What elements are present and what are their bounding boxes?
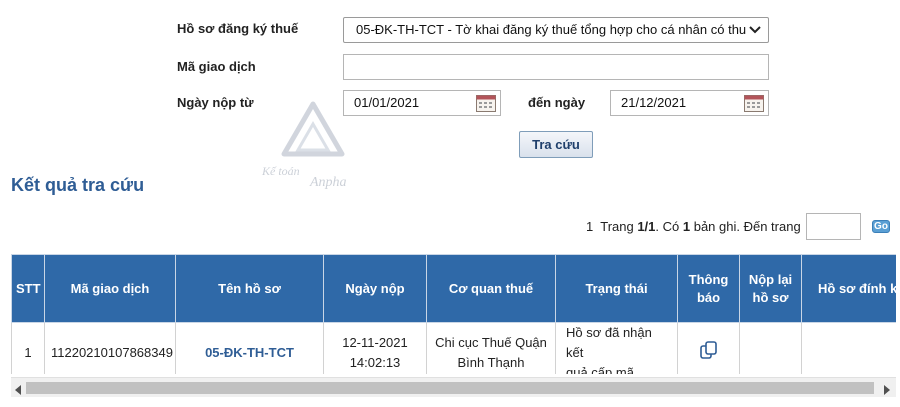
results-table: STT Mã giao dịch Tên hồ sơ Ngày nộp Cơ q… (11, 254, 896, 374)
cell-code: 11220210107868349 (44, 322, 176, 374)
doc-type-selected-value: 05-ĐK-TH-TCT - Tờ khai đăng ký thuế tổng… (356, 22, 747, 37)
svg-text:Kế toán: Kế toán (261, 164, 300, 178)
date-to-input[interactable]: 21/12/2021 (610, 90, 769, 116)
cell-resubmit (739, 322, 802, 374)
submit-date: 12-11-2021 (342, 335, 408, 350)
table-header-row: STT Mã giao dịch Tên hồ sơ Ngày nộp Cơ q… (11, 254, 896, 323)
col-header-attachment: Hồ sơ đính kèm (801, 254, 896, 323)
doc-name-link[interactable]: 05-ĐK-TH-TCT (205, 345, 294, 360)
results-title: Kết quả tra cứu (11, 175, 145, 195)
search-button[interactable]: Tra cứu (519, 131, 593, 158)
cell-stt: 1 (11, 322, 45, 374)
date-to-label: đến ngày (528, 95, 586, 110)
status-line2: quả cấp mã (566, 365, 634, 374)
scroll-left-arrow-icon[interactable] (14, 383, 22, 398)
col-header-resubmit-line1: Nộp lại (748, 271, 793, 287)
date-to-value: 21/12/2021 (621, 95, 687, 110)
copy-documents-icon[interactable] (699, 341, 719, 363)
cell-notice (677, 322, 740, 374)
col-header-notice: Thông báo (677, 254, 740, 323)
col-header-name: Tên hồ sơ (175, 254, 324, 323)
col-header-notice-line2: báo (696, 289, 721, 305)
horizontal-scrollbar[interactable] (11, 377, 896, 397)
col-header-resubmit: Nộp lại hồ sơ (739, 254, 802, 323)
watermark-logo: Kế toán Anpha (258, 100, 368, 190)
col-header-notice-line1: Thông (688, 271, 729, 287)
results-table-container: STT Mã giao dịch Tên hồ sơ Ngày nộp Cơ q… (11, 254, 896, 374)
scroll-right-arrow-icon[interactable] (883, 383, 891, 398)
status-line1: Hồ sơ đã nhận kết (566, 325, 652, 360)
cell-status: Hồ sơ đã nhận kết quả cấp mã (555, 322, 678, 374)
cell-name: 05-ĐK-TH-TCT (175, 322, 324, 374)
count-suffix: bản ghi. Đến trang (690, 219, 801, 234)
col-header-status: Trạng thái (555, 254, 678, 323)
col-header-resubmit-line2: hồ sơ (752, 289, 789, 305)
col-header-stt: STT (11, 254, 45, 323)
agency-line1: Chi cục Thuế Quận (435, 335, 547, 350)
calendar-icon[interactable] (475, 93, 497, 113)
cell-date: 12-11-2021 14:02:13 (323, 322, 427, 374)
goto-page-input[interactable] (806, 213, 861, 240)
cell-agency: Chi cục Thuế Quận Bình Thạnh (426, 322, 556, 374)
cell-attachment (801, 322, 896, 374)
pagination-info: 1 Trang 1/1. Có 1 bản ghi. Đến trang (586, 219, 801, 234)
count-prefix: . Có (655, 219, 683, 234)
chevron-down-icon (748, 18, 762, 42)
scroll-thumb[interactable] (26, 382, 874, 394)
col-header-date: Ngày nộp (323, 254, 427, 323)
transaction-code-input[interactable] (343, 54, 769, 80)
date-from-label: Ngày nộp từ (177, 95, 254, 110)
page-prefix: Trang (600, 219, 638, 234)
transaction-code-label: Mã giao dịch (177, 59, 256, 74)
current-page-number[interactable]: 1 (586, 219, 593, 234)
go-button[interactable]: Go (872, 220, 890, 233)
col-header-agency: Cơ quan thuế (426, 254, 556, 323)
doc-type-label: Hồ sơ đăng ký thuế (177, 21, 299, 36)
agency-line2: Bình Thạnh (457, 355, 525, 370)
submit-time: 14:02:13 (349, 355, 401, 370)
page-info: 1/1 (637, 219, 656, 234)
table-row: 1 11220210107868349 05-ĐK-TH-TCT 12-11-2… (11, 322, 896, 374)
calendar-icon[interactable] (743, 93, 765, 113)
col-header-code: Mã giao dịch (44, 254, 176, 323)
doc-type-select[interactable]: 05-ĐK-TH-TCT - Tờ khai đăng ký thuế tổng… (343, 17, 769, 43)
svg-text:Anpha: Anpha (309, 175, 347, 190)
